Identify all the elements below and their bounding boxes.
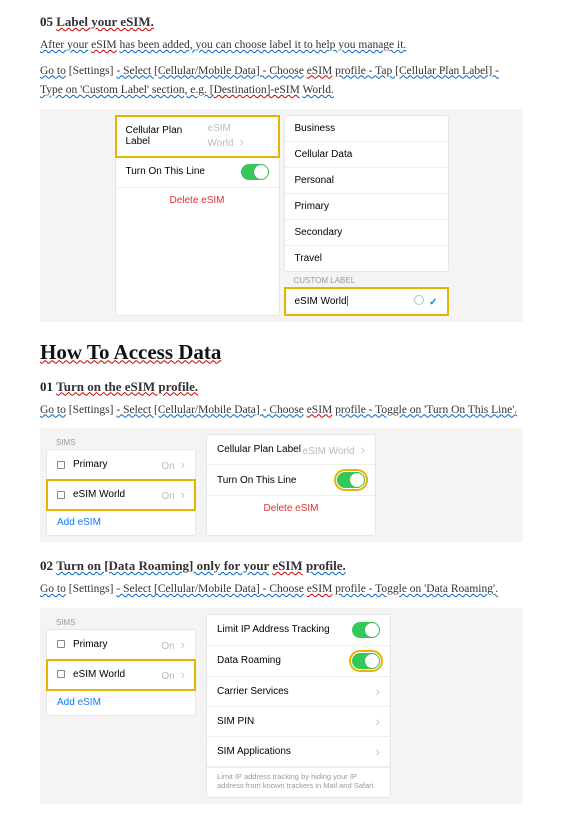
check-icon[interactable]: ✓ [429, 297, 437, 308]
sim-status-icon [57, 640, 65, 648]
step-01-line: Go to [Settings] - Select [Cellular/Mobi… [40, 401, 523, 421]
label-option[interactable]: Personal [285, 168, 448, 194]
sim-status-icon [57, 461, 65, 469]
row-limit-ip[interactable]: Limit IP Address Tracking [207, 615, 390, 646]
step-num: 01 [40, 379, 53, 394]
label-option[interactable]: Business [285, 116, 448, 142]
step-num: 05 [40, 14, 53, 29]
sim-row-esim[interactable]: eSIM World On [47, 660, 195, 690]
label-option[interactable]: Secondary [285, 220, 448, 246]
sim-row-esim[interactable]: eSIM World On [47, 480, 195, 510]
step-num: 02 [40, 558, 53, 573]
sim-row-primary[interactable]: Primary On [47, 450, 195, 480]
toggle-icon[interactable] [352, 653, 380, 669]
label-option[interactable]: Primary [285, 194, 448, 220]
row-turn-on-line[interactable]: Turn On This Line [116, 157, 279, 188]
step-05-line1: After your eSIM has been added, you can … [40, 36, 523, 56]
step-05-line2: Go to [Settings] - Select [Cellular/Mobi… [40, 62, 523, 101]
add-esim[interactable]: Add eSIM [47, 510, 195, 535]
sims-header: SIMs [46, 614, 196, 629]
custom-label-header: CUSTOM LABEL [284, 272, 449, 287]
step-01-heading: 01 Turn on the eSIM profile. [40, 379, 523, 395]
label-option[interactable]: Travel [285, 246, 448, 271]
row-sim-pin[interactable]: SIM PIN [207, 707, 390, 737]
step-02-line: Go to [Settings] - Select [Cellular/Mobi… [40, 580, 523, 600]
step-05-heading: 05 Label your eSIM. [40, 14, 523, 30]
step-title: Label your eSIM. [56, 14, 154, 29]
custom-label-input[interactable]: eSIM World ✓ [285, 288, 448, 315]
row-delete-esim[interactable]: Delete eSIM [116, 188, 279, 213]
ios-mock-roaming: SIMs Primary On eSIM World On Add eSIM L… [40, 608, 523, 805]
row-turn-on-line[interactable]: Turn On This Line [207, 465, 375, 496]
ios-mock-turnon: SIMs Primary On eSIM World On Add eSIM C… [40, 428, 523, 542]
limit-ip-note: Limit IP address tracking by hiding your… [207, 767, 390, 798]
toggle-icon[interactable] [352, 622, 380, 638]
row-sim-apps[interactable]: SIM Applications [207, 737, 390, 767]
toggle-icon[interactable] [241, 164, 269, 180]
step-02-heading: 02 Turn on [Data Roaming] only for your … [40, 558, 523, 574]
row-delete-esim[interactable]: Delete eSIM [207, 496, 375, 521]
sim-status-icon [57, 491, 65, 499]
page-title: How To Access Data [40, 340, 523, 365]
ios-mock-label: Cellular Plan Label eSIM World Turn On T… [40, 109, 523, 322]
add-esim[interactable]: Add eSIM [47, 690, 195, 715]
step-title: Turn on the eSIM profile. [56, 379, 198, 394]
row-cellular-plan-label[interactable]: Cellular Plan Label eSIM World [207, 435, 375, 465]
row-carrier-services[interactable]: Carrier Services [207, 677, 390, 707]
row-data-roaming[interactable]: Data Roaming [207, 646, 390, 677]
row-cellular-plan-label[interactable]: Cellular Plan Label eSIM World [116, 116, 279, 157]
sims-header: SIMs [46, 434, 196, 449]
toggle-icon[interactable] [337, 472, 365, 488]
sim-status-icon [57, 670, 65, 678]
sim-row-primary[interactable]: Primary On [47, 630, 195, 660]
label-option[interactable]: Cellular Data [285, 142, 448, 168]
clear-icon[interactable] [414, 295, 424, 305]
